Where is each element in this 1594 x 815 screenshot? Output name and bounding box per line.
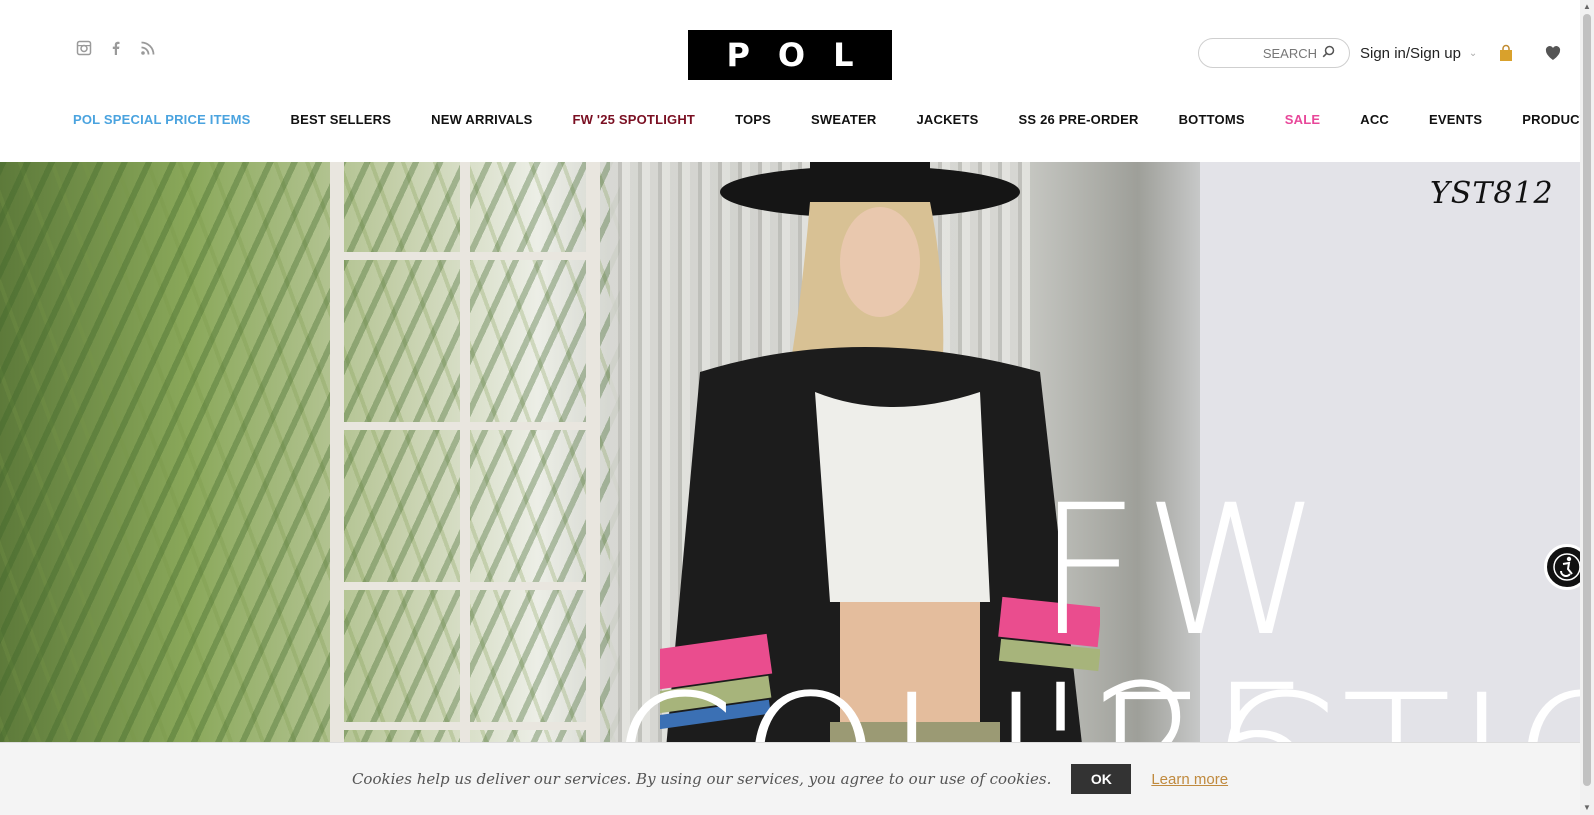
nav-item-sweater[interactable]: SWEATER [811,112,876,127]
cookie-ok-button[interactable]: OK [1071,764,1132,794]
rss-icon[interactable] [140,40,156,56]
instagram-icon[interactable] [76,40,92,56]
hero-brand-mark: YST812 [1430,176,1554,211]
nav-item-pol-special-price-items[interactable]: POL SPECIAL PRICE ITEMS [73,112,251,127]
social-links [76,40,156,56]
nav-item-tops[interactable]: TOPS [735,112,771,127]
nav-item-fw25-spotlight[interactable]: FW '25 SPOTLIGHT [572,112,695,127]
nav-item-events[interactable]: EVENTS [1429,112,1482,127]
signin-link[interactable]: Sign in/Sign up ⌄ [1360,45,1477,62]
search-label: SEARCH [1262,45,1317,61]
page-scrollbar[interactable]: ▲ ▼ [1580,0,1594,815]
nav-item-new-arrivals[interactable]: NEW ARRIVALS [431,112,532,127]
hero-banner[interactable]: YST812 FW '25 COLLECTION [0,162,1580,815]
wishlist-heart-icon[interactable] [1544,44,1562,62]
cookie-banner: Cookies help us deliver our services. By… [0,742,1580,815]
facebook-icon[interactable] [108,40,124,56]
scrollbar-thumb[interactable] [1583,14,1591,786]
shopping-bag-icon[interactable] [1498,44,1514,62]
cookie-learn-more-link[interactable]: Learn more [1151,771,1228,788]
page: POL SEARCH Sign in/Sign up ⌄ POL SPECIAL… [0,0,1594,815]
site-header: POL SEARCH Sign in/Sign up ⌄ POL SPECIAL… [0,0,1594,162]
signin-label: Sign in/Sign up [1360,45,1461,62]
nav-item-sale[interactable]: SALE [1285,112,1320,127]
nav-item-jackets[interactable]: JACKETS [916,112,978,127]
scroll-up-arrow-icon[interactable]: ▲ [1582,2,1592,12]
chevron-down-icon: ⌄ [1468,48,1478,59]
accessibility-icon [1553,553,1580,581]
nav-item-ss26-pre-order[interactable]: SS 26 PRE-ORDER [1019,112,1139,127]
cookie-message: Cookies help us deliver our services. By… [351,770,1052,788]
nav-item-acc[interactable]: ACC [1360,112,1389,127]
scroll-down-arrow-icon[interactable]: ▼ [1582,803,1592,813]
hero-window-frame [330,162,600,815]
nav-item-bottoms[interactable]: BOTTOMS [1179,112,1245,127]
nav-item-best-sellers[interactable]: BEST SELLERS [291,112,392,127]
main-navigation: POL SPECIAL PRICE ITEMS BEST SELLERS NEW… [73,112,1594,127]
search-icon [1322,45,1335,61]
site-logo[interactable]: POL [688,30,892,80]
search-input[interactable]: SEARCH [1198,38,1350,68]
